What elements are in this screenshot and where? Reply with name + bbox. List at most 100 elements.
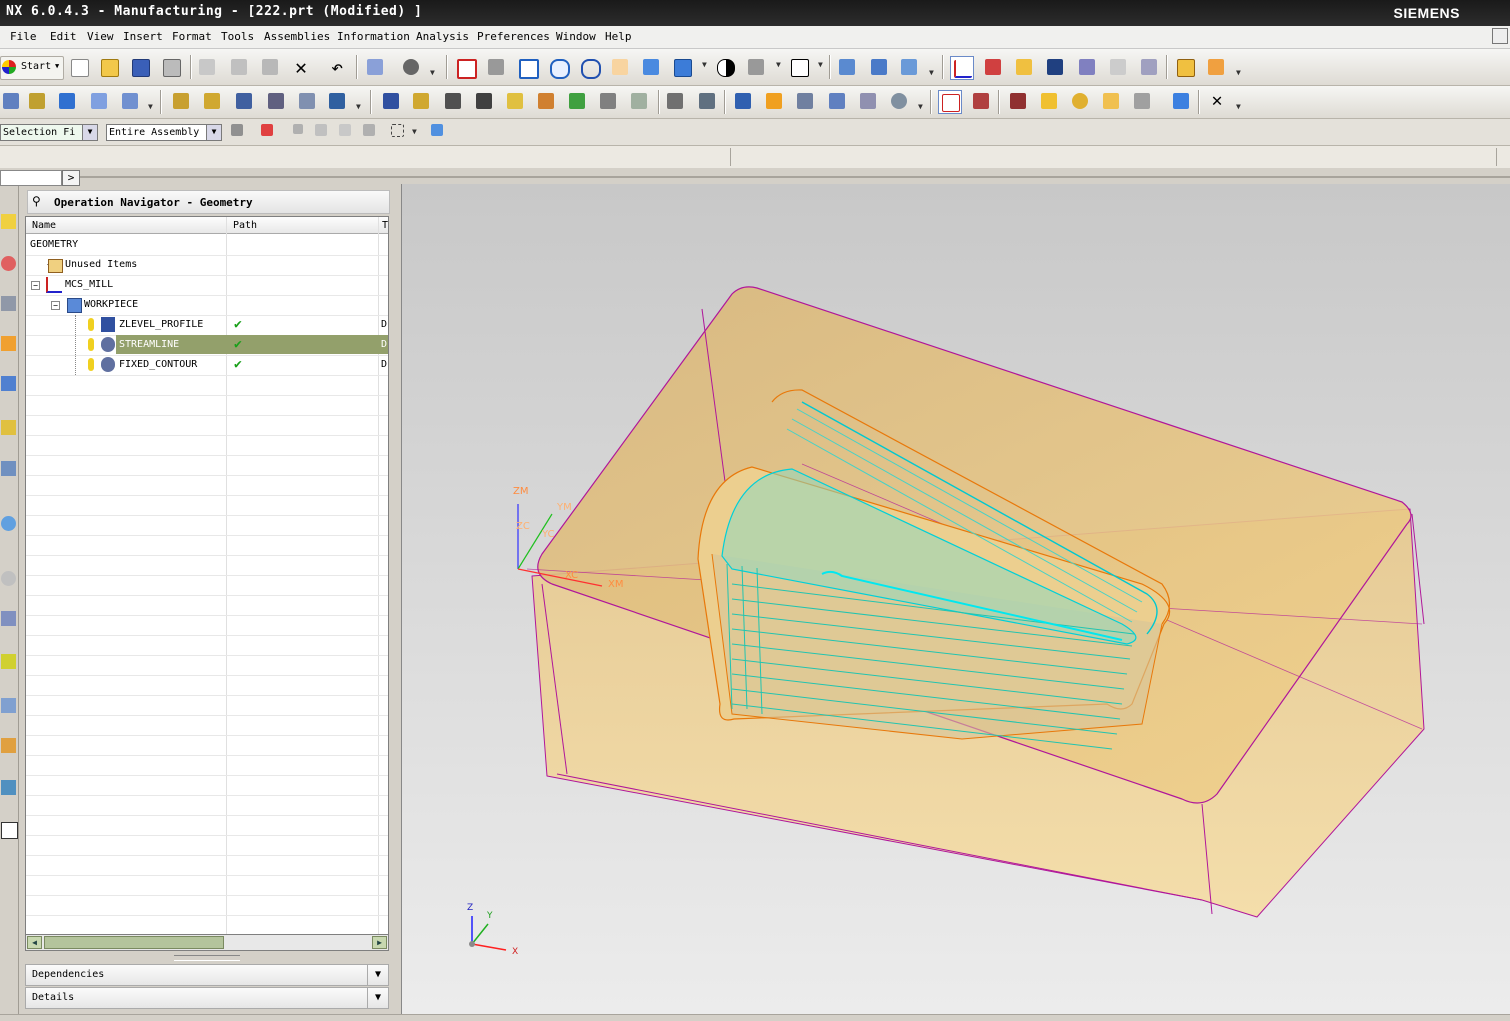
object-display-icon[interactable]: [763, 90, 785, 112]
clsf-icon[interactable]: [597, 90, 619, 112]
verify-toolpath-icon[interactable]: [473, 90, 495, 112]
measure-icon[interactable]: [1013, 56, 1035, 78]
rendering-style-icon[interactable]: [714, 56, 736, 78]
menu-analysis[interactable]: Analysis: [416, 30, 469, 43]
menu-edit[interactable]: Edit: [50, 30, 77, 43]
chevron-down-icon[interactable]: ▼: [367, 988, 388, 1008]
body-icon[interactable]: [1131, 90, 1153, 112]
expand-arrow-icon[interactable]: >: [62, 170, 80, 186]
history-icon[interactable]: [1, 516, 16, 531]
list-toolpath-icon[interactable]: [442, 90, 464, 112]
document-icon[interactable]: [1, 822, 18, 839]
graphics-viewport[interactable]: ZM YM ZC YC XC XM Z Y X: [401, 184, 1510, 1014]
orient-view-icon[interactable]: [671, 56, 693, 78]
dependencies-panel[interactable]: Dependencies ▼: [25, 964, 389, 986]
create-operation-icon[interactable]: [119, 90, 141, 112]
column-header-path[interactable]: Path: [227, 217, 379, 234]
perspective-icon[interactable]: [640, 56, 662, 78]
pan-icon[interactable]: [609, 56, 631, 78]
chevron-down-icon[interactable]: ▼: [367, 965, 388, 985]
manufacturing-wizard-icon[interactable]: [1, 698, 16, 713]
menu-preferences[interactable]: Preferences: [477, 30, 550, 43]
timer-icon[interactable]: [888, 90, 910, 112]
shop-doc-icon[interactable]: [566, 90, 588, 112]
snap-point-icon[interactable]: [258, 121, 280, 143]
tool-path-display-icon[interactable]: [696, 90, 718, 112]
wcs-dynamics-icon[interactable]: [898, 56, 920, 78]
analysis-icon[interactable]: [950, 56, 974, 80]
cut-icon[interactable]: [196, 56, 218, 78]
copy-op-icon[interactable]: [326, 90, 348, 112]
menu-file[interactable]: File: [10, 30, 37, 43]
scroll-left-icon[interactable]: ◀: [27, 936, 42, 949]
display-2d-icon[interactable]: [970, 90, 992, 112]
undo-select-icon[interactable]: [290, 121, 312, 143]
roles-icon[interactable]: [1, 738, 16, 753]
delete-icon[interactable]: ✕: [290, 56, 312, 78]
zoom-icon[interactable]: [516, 56, 539, 79]
transform-icon[interactable]: [732, 90, 754, 112]
body-select-icon[interactable]: [360, 121, 382, 143]
show-path-icon[interactable]: [1138, 56, 1160, 78]
machine-tool-navigator-icon[interactable]: [1, 420, 16, 435]
clock-icon[interactable]: [1, 571, 16, 586]
create-program-icon[interactable]: [0, 90, 22, 112]
menu-view[interactable]: View: [87, 30, 114, 43]
pin-icon[interactable]: ⚲: [32, 194, 46, 208]
batch-icon[interactable]: [628, 90, 650, 112]
menu-window[interactable]: Window: [556, 30, 596, 43]
copy-icon[interactable]: [228, 56, 250, 78]
create-tool-icon[interactable]: [26, 90, 48, 112]
zoom-window-icon[interactable]: [485, 56, 507, 78]
scroll-right-icon[interactable]: ▶: [372, 936, 387, 949]
menu-format[interactable]: Format: [172, 30, 212, 43]
part-navigator-icon[interactable]: [1, 296, 16, 311]
open-folder-icon[interactable]: [98, 56, 120, 78]
method-view-icon[interactable]: [265, 90, 287, 112]
reuse-library-icon[interactable]: [1, 336, 16, 351]
curve-icon[interactable]: [1069, 90, 1091, 112]
tree-row-mcs-mill[interactable]: − MCS_MILL: [26, 275, 388, 296]
wcs-origin-icon[interactable]: [868, 56, 890, 78]
create-method-icon[interactable]: [88, 90, 110, 112]
replay-toolpath-icon[interactable]: [410, 90, 432, 112]
menu-information[interactable]: Information: [337, 30, 410, 43]
select-icon[interactable]: [364, 56, 386, 78]
face-select-icon[interactable]: [312, 121, 334, 143]
background-icon[interactable]: [788, 56, 810, 78]
column-header-extra[interactable]: T: [379, 217, 388, 234]
tree-row-streamline[interactable]: STREAMLINE ✔ D: [26, 335, 388, 356]
column-header-name[interactable]: Name: [26, 217, 227, 234]
process-studio-icon[interactable]: [1, 654, 16, 669]
block-icon[interactable]: [1170, 90, 1192, 112]
scroll-thumb[interactable]: [44, 936, 224, 949]
undo-icon[interactable]: ↶: [326, 56, 348, 78]
scope-select[interactable]: Entire Assembly ▼: [106, 124, 222, 141]
collapse-icon[interactable]: −: [51, 301, 60, 310]
point-icon[interactable]: [1038, 90, 1060, 112]
wcs-icon[interactable]: [836, 56, 858, 78]
resource-tab[interactable]: [0, 170, 62, 186]
fit-icon[interactable]: [454, 56, 477, 79]
rectangle-select-icon[interactable]: [388, 121, 410, 143]
zoom-in-out-icon[interactable]: [547, 56, 570, 79]
edge-select-icon[interactable]: [336, 121, 358, 143]
geometry-view-icon[interactable]: [233, 90, 255, 112]
tree-row-geometry[interactable]: GEOMETRY: [26, 235, 388, 256]
tool-icon[interactable]: [1007, 90, 1029, 112]
type-filter-select[interactable]: Selection Fi ▼: [0, 124, 98, 141]
menu-insert[interactable]: Insert: [123, 30, 163, 43]
machine-tool-view-icon[interactable]: [201, 90, 223, 112]
constraint-navigator-icon[interactable]: [1, 256, 16, 271]
angle-icon[interactable]: [1205, 56, 1227, 78]
machine-control-icon[interactable]: [504, 90, 526, 112]
system-visualization-icon[interactable]: [1, 780, 16, 795]
save-icon[interactable]: [129, 56, 151, 78]
web-browser-icon[interactable]: [1, 461, 16, 476]
display-toolpath-icon[interactable]: [938, 90, 962, 114]
feeds-speeds-icon[interactable]: [664, 90, 686, 112]
generate-toolpath-icon[interactable]: [380, 90, 402, 112]
menu-tools[interactable]: Tools: [221, 30, 254, 43]
start-button[interactable]: Start ▼: [0, 56, 64, 80]
verify-icon[interactable]: [1076, 56, 1098, 78]
